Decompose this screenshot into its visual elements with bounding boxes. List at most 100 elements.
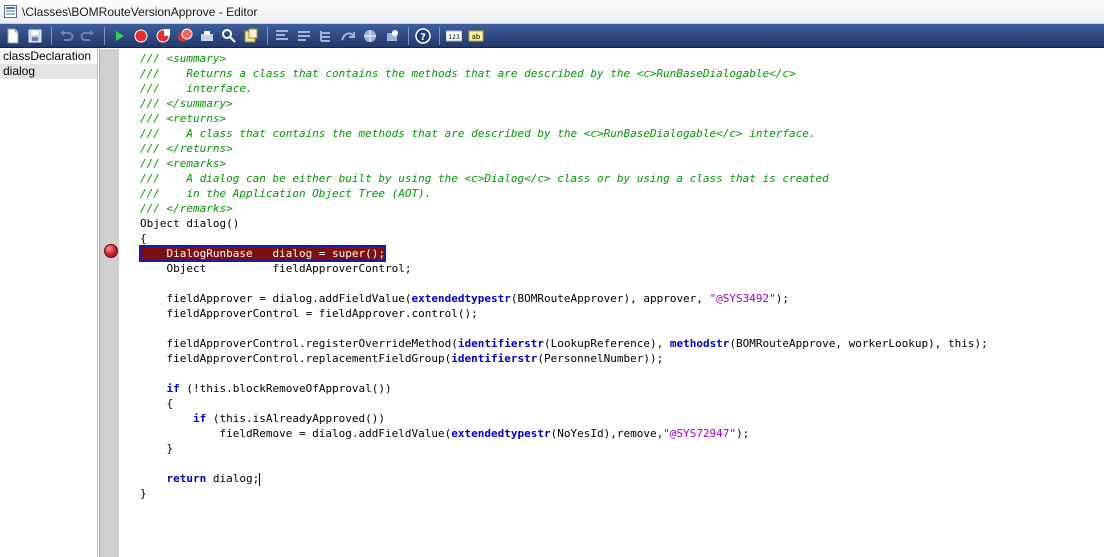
code-text: { — [140, 397, 174, 410]
code-line[interactable] — [140, 276, 988, 291]
code-editor[interactable]: /// <summary> /// Returns a class that co… — [119, 49, 1104, 557]
code-text: ); — [736, 427, 750, 440]
lookup-icon[interactable] — [219, 26, 239, 46]
method-item-classdeclaration[interactable]: classDeclaration — [0, 49, 97, 64]
code-comment: /// </summary> — [140, 97, 233, 110]
script-icon[interactable] — [241, 26, 261, 46]
code-comment: /// interface. — [140, 82, 253, 95]
method-list: classDeclaration dialog — [0, 49, 98, 557]
run-icon[interactable] — [109, 26, 129, 46]
method-item-dialog[interactable]: dialog — [0, 64, 97, 79]
code-comment: /// <returns> — [140, 112, 227, 125]
toolbar-separator — [51, 26, 52, 45]
code-line[interactable]: } — [140, 486, 988, 501]
code-line[interactable]: /// A class that contains the methods th… — [140, 126, 988, 141]
code-text: (BOMRouteApprove, workerLookup), this); — [729, 337, 988, 350]
code-text: fieldApprover = dialog.addFieldValue( — [140, 292, 412, 305]
svg-text:?: ? — [420, 32, 426, 43]
code-text: } — [140, 442, 174, 455]
code-text: fieldApproverControl.replacementFieldGro… — [140, 352, 452, 365]
code-line[interactable] — [140, 456, 988, 471]
code-line[interactable]: /// <summary> — [140, 51, 988, 66]
list-tables-icon[interactable] — [316, 26, 336, 46]
code-keyword: identifierstr — [451, 352, 538, 365]
list-properties-icon[interactable] — [294, 26, 314, 46]
code-line[interactable]: /// <remarks> — [140, 156, 988, 171]
list-methods-icon[interactable] — [272, 26, 292, 46]
code-keyword: return — [166, 472, 207, 485]
code-line[interactable]: /// <returns> — [140, 111, 988, 126]
code-line[interactable] — [140, 366, 988, 381]
code-text: { — [140, 232, 147, 245]
code-line-current[interactable]: DialogRunbase dialog = super(); — [138, 245, 988, 262]
code-text: (!this.blockRemoveOfApproval()) — [179, 382, 392, 395]
toolbar-separator — [104, 26, 105, 45]
code-line[interactable]: Object dialog() — [140, 216, 988, 231]
code-line[interactable]: { — [140, 396, 988, 411]
code-keyword: identifierstr — [457, 337, 544, 350]
code-text: (PersonnelNumber)); — [537, 352, 664, 365]
code-text: dialog; — [206, 472, 260, 485]
code-line[interactable]: fieldApprover = dialog.addFieldValue(ext… — [140, 291, 988, 306]
code-comment: /// <remarks> — [140, 157, 227, 170]
save-icon[interactable] — [25, 26, 45, 46]
code-line[interactable]: /// </remarks> — [140, 201, 988, 216]
undo-icon[interactable] — [56, 26, 76, 46]
code-text[interactable]: /// <summary> /// Returns a class that co… — [138, 51, 988, 501]
help-icon[interactable]: ? — [413, 26, 433, 46]
toggle-breakpoint-icon[interactable] — [131, 26, 151, 46]
code-text: } — [140, 487, 147, 500]
code-line[interactable] — [140, 321, 988, 336]
window-titlebar: \Classes\BOMRouteVersionApprove - Editor — [0, 0, 1104, 24]
code-line[interactable]: } — [140, 441, 988, 456]
editor-toolbar: ? 123 ab — [0, 24, 1104, 48]
code-text: fieldApproverControl = fieldApprover.con… — [140, 307, 478, 320]
code-line[interactable]: if (this.isAlreadyApproved()) — [140, 411, 988, 426]
toolbar-separator — [408, 26, 409, 45]
code-line[interactable]: fieldApproverControl = fieldApprover.con… — [140, 306, 988, 321]
code-keyword: methodstr — [669, 337, 730, 350]
find-icon[interactable] — [382, 26, 402, 46]
redo-icon[interactable] — [78, 26, 98, 46]
code-comment: /// A class that contains the methods th… — [140, 127, 816, 140]
code-string: "@SYS3492" — [709, 292, 776, 305]
breakpoint-icon[interactable] — [104, 244, 118, 258]
code-line[interactable]: /// </summary> — [140, 96, 988, 111]
code-highlighted-statement: DialogRunbase dialog = super(); — [138, 245, 387, 262]
globe-icon[interactable] — [360, 26, 380, 46]
code-line[interactable]: if (!this.blockRemoveOfApproval()) — [140, 381, 988, 396]
code-line[interactable]: fieldApproverControl.registerOverrideMet… — [140, 336, 988, 351]
toolbar-separator — [439, 26, 440, 45]
code-line[interactable]: fieldRemove = dialog.addFieldValue(exten… — [140, 426, 988, 441]
line-numbers-icon[interactable]: 123 — [444, 26, 464, 46]
code-line[interactable]: return dialog; — [140, 471, 988, 486]
code-line[interactable]: /// interface. — [140, 81, 988, 96]
spell-check-icon[interactable]: ab — [466, 26, 486, 46]
code-text: fieldApproverControl.registerOverrideMet… — [140, 337, 458, 350]
code-line[interactable]: /// </returns> — [140, 141, 988, 156]
code-keyword: if — [166, 382, 180, 395]
enable-breakpoint-icon[interactable] — [153, 26, 173, 46]
code-comment: /// </returns> — [140, 142, 233, 155]
new-icon[interactable] — [3, 26, 23, 46]
code-line[interactable]: /// A dialog can be either built by usin… — [140, 171, 988, 186]
code-text: (LookupReference), — [543, 337, 670, 350]
code-line[interactable]: /// in the Application Object Tree (AOT)… — [140, 186, 988, 201]
breakpoint-gutter[interactable] — [99, 49, 119, 557]
code-line[interactable]: Object fieldApproverControl; — [140, 261, 988, 276]
code-line[interactable]: /// Returns a class that contains the me… — [140, 66, 988, 81]
go-to-definition-icon[interactable] — [338, 26, 358, 46]
code-comment: /// </remarks> — [140, 202, 233, 215]
code-comment: /// in the Application Object Tree (AOT)… — [140, 187, 432, 200]
svg-text:ab: ab — [472, 33, 481, 41]
code-line[interactable]: fieldApproverControl.replacementFieldGro… — [140, 351, 988, 366]
editor-window-icon — [4, 5, 17, 18]
toolbar-separator — [267, 26, 268, 45]
compile-icon[interactable] — [197, 26, 217, 46]
code-line[interactable]: { — [140, 231, 988, 246]
code-text: (BOMRouteApprover), approver, — [510, 292, 710, 305]
remove-breakpoints-icon[interactable] — [175, 26, 195, 46]
